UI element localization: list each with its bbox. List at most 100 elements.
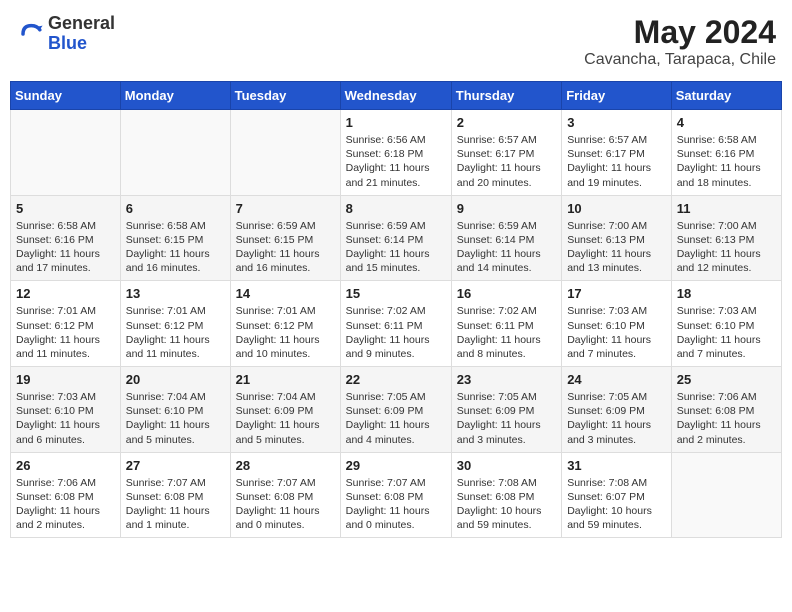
calendar-day-cell — [671, 452, 781, 538]
calendar-day-cell: 13Sunrise: 7:01 AM Sunset: 6:12 PM Dayli… — [120, 281, 230, 367]
calendar-day-cell: 23 Sunrise: 7:05 AM Sunset: 6:09 PM Dayli… — [451, 367, 561, 453]
calendar-subtitle: Cavancha, Tarapaca, Chile — [584, 51, 776, 69]
weekday-header-row: SundayMondayTuesdayWednesdayThursdayFrid… — [11, 82, 782, 110]
day-number: 19 — [16, 372, 115, 387]
day-number: 2 — [457, 115, 556, 130]
calendar-day-cell: 28Sunrise: 7:07 AM Sunset: 6:08 PM Dayli… — [230, 452, 340, 538]
day-info: Sunrise: 7:01 AM Sunset: 6:12 PM Dayligh… — [236, 304, 335, 361]
day-number: 5 — [16, 201, 115, 216]
calendar-day-cell: 29Sunrise: 7:07 AM Sunset: 6:08 PM Dayli… — [340, 452, 451, 538]
day-info: Sunrise: 7:08 AM Sunset: 6:07 PM Dayligh… — [567, 476, 666, 533]
calendar-table: SundayMondayTuesdayWednesdayThursdayFrid… — [10, 81, 782, 538]
day-number: 8 — [346, 201, 446, 216]
calendar-day-cell: 1 Sunrise: 6:56 AM Sunset: 6:18 PM Daylig… — [340, 110, 451, 196]
day-info: Sunrise: 6:57 AM Sunset: 6:17 PM Dayligh… — [567, 133, 666, 190]
calendar-day-cell: 9 Sunrise: 6:59 AM Sunset: 6:14 PM Daylig… — [451, 195, 561, 281]
day-number: 24 — [567, 372, 666, 387]
calendar-day-cell: 6Sunrise: 6:58 AM Sunset: 6:15 PM Daylig… — [120, 195, 230, 281]
day-info: Sunrise: 7:02 AM Sunset: 6:11 PM Dayligh… — [457, 304, 556, 361]
weekday-header-sunday: Sunday — [11, 82, 121, 110]
day-info: Sunrise: 7:05 AM Sunset: 6:09 PM Dayligh… — [346, 390, 446, 447]
weekday-header-saturday: Saturday — [671, 82, 781, 110]
calendar-day-cell: 31 Sunrise: 7:08 AM Sunset: 6:07 PM Dayli… — [562, 452, 672, 538]
day-number: 25 — [677, 372, 776, 387]
logo-icon — [16, 20, 44, 48]
day-info: Sunrise: 7:06 AM Sunset: 6:08 PM Dayligh… — [677, 390, 776, 447]
day-info: Sunrise: 7:04 AM Sunset: 6:09 PM Dayligh… — [236, 390, 335, 447]
calendar-day-cell — [11, 110, 121, 196]
weekday-header-thursday: Thursday — [451, 82, 561, 110]
day-info: Sunrise: 7:01 AM Sunset: 6:12 PM Dayligh… — [16, 304, 115, 361]
day-info: Sunrise: 7:08 AM Sunset: 6:08 PM Dayligh… — [457, 476, 556, 533]
calendar-week-row: 5 Sunrise: 6:58 AM Sunset: 6:16 PM Daylig… — [11, 195, 782, 281]
day-number: 11 — [677, 201, 776, 216]
calendar-body: 1 Sunrise: 6:56 AM Sunset: 6:18 PM Daylig… — [11, 110, 782, 538]
day-info: Sunrise: 6:59 AM Sunset: 6:15 PM Dayligh… — [236, 219, 335, 276]
day-number: 6 — [126, 201, 225, 216]
calendar-day-cell: 26Sunrise: 7:06 AM Sunset: 6:08 PM Dayli… — [11, 452, 121, 538]
day-info: Sunrise: 7:05 AM Sunset: 6:09 PM Dayligh… — [567, 390, 666, 447]
calendar-day-cell: 24 Sunrise: 7:05 AM Sunset: 6:09 PM Dayli… — [562, 367, 672, 453]
day-number: 7 — [236, 201, 335, 216]
day-info: Sunrise: 7:03 AM Sunset: 6:10 PM Dayligh… — [16, 390, 115, 447]
day-number: 10 — [567, 201, 666, 216]
calendar-day-cell: 3Sunrise: 6:57 AM Sunset: 6:17 PM Daylig… — [562, 110, 672, 196]
title-block: May 2024 Cavancha, Tarapaca, Chile — [584, 14, 776, 69]
calendar-day-cell: 8 Sunrise: 6:59 AM Sunset: 6:14 PM Daylig… — [340, 195, 451, 281]
day-info: Sunrise: 6:59 AM Sunset: 6:14 PM Dayligh… — [346, 219, 446, 276]
day-info: Sunrise: 7:07 AM Sunset: 6:08 PM Dayligh… — [126, 476, 225, 533]
day-number: 1 — [346, 115, 446, 130]
page-header: General Blue May 2024 Cavancha, Tarapaca… — [10, 10, 782, 73]
day-number: 16 — [457, 286, 556, 301]
day-number: 17 — [567, 286, 666, 301]
weekday-header-friday: Friday — [562, 82, 672, 110]
weekday-header-tuesday: Tuesday — [230, 82, 340, 110]
calendar-day-cell: 20 Sunrise: 7:04 AM Sunset: 6:10 PM Dayli… — [120, 367, 230, 453]
day-number: 13 — [126, 286, 225, 301]
calendar-day-cell: 14Sunrise: 7:01 AM Sunset: 6:12 PM Dayli… — [230, 281, 340, 367]
day-info: Sunrise: 7:03 AM Sunset: 6:10 PM Dayligh… — [567, 304, 666, 361]
day-number: 28 — [236, 458, 335, 473]
logo-text: General Blue — [48, 14, 115, 54]
calendar-title: May 2024 — [584, 14, 776, 51]
day-info: Sunrise: 6:58 AM Sunset: 6:16 PM Dayligh… — [16, 219, 115, 276]
calendar-day-cell: 25 Sunrise: 7:06 AM Sunset: 6:08 PM Dayli… — [671, 367, 781, 453]
calendar-day-cell: 22 Sunrise: 7:05 AM Sunset: 6:09 PM Dayli… — [340, 367, 451, 453]
day-info: Sunrise: 7:05 AM Sunset: 6:09 PM Dayligh… — [457, 390, 556, 447]
day-info: Sunrise: 6:59 AM Sunset: 6:14 PM Dayligh… — [457, 219, 556, 276]
calendar-day-cell: 12 Sunrise: 7:01 AM Sunset: 6:12 PM Dayli… — [11, 281, 121, 367]
day-info: Sunrise: 7:06 AM Sunset: 6:08 PM Dayligh… — [16, 476, 115, 533]
calendar-week-row: 12 Sunrise: 7:01 AM Sunset: 6:12 PM Dayli… — [11, 281, 782, 367]
calendar-day-cell: 15 Sunrise: 7:02 AM Sunset: 6:11 PM Dayli… — [340, 281, 451, 367]
day-number: 18 — [677, 286, 776, 301]
day-number: 9 — [457, 201, 556, 216]
logo-blue-text: Blue — [48, 34, 115, 54]
day-info: Sunrise: 7:02 AM Sunset: 6:11 PM Dayligh… — [346, 304, 446, 361]
calendar-day-cell: 16 Sunrise: 7:02 AM Sunset: 6:11 PM Dayli… — [451, 281, 561, 367]
day-number: 21 — [236, 372, 335, 387]
day-info: Sunrise: 7:04 AM Sunset: 6:10 PM Dayligh… — [126, 390, 225, 447]
day-number: 22 — [346, 372, 446, 387]
day-number: 15 — [346, 286, 446, 301]
calendar-header: SundayMondayTuesdayWednesdayThursdayFrid… — [11, 82, 782, 110]
day-number: 31 — [567, 458, 666, 473]
calendar-day-cell: 11 Sunrise: 7:00 AM Sunset: 6:13 PM Dayli… — [671, 195, 781, 281]
calendar-week-row: 1 Sunrise: 6:56 AM Sunset: 6:18 PM Daylig… — [11, 110, 782, 196]
day-info: Sunrise: 6:56 AM Sunset: 6:18 PM Dayligh… — [346, 133, 446, 190]
calendar-day-cell — [120, 110, 230, 196]
calendar-day-cell — [230, 110, 340, 196]
logo-general-text: General — [48, 14, 115, 34]
calendar-day-cell: 5 Sunrise: 6:58 AM Sunset: 6:16 PM Daylig… — [11, 195, 121, 281]
day-info: Sunrise: 6:58 AM Sunset: 6:16 PM Dayligh… — [677, 133, 776, 190]
calendar-day-cell: 4Sunrise: 6:58 AM Sunset: 6:16 PM Daylig… — [671, 110, 781, 196]
calendar-day-cell: 30Sunrise: 7:08 AM Sunset: 6:08 PM Dayli… — [451, 452, 561, 538]
calendar-day-cell: 19 Sunrise: 7:03 AM Sunset: 6:10 PM Dayli… — [11, 367, 121, 453]
day-number: 12 — [16, 286, 115, 301]
day-info: Sunrise: 6:57 AM Sunset: 6:17 PM Dayligh… — [457, 133, 556, 190]
calendar-day-cell: 21 Sunrise: 7:04 AM Sunset: 6:09 PM Dayli… — [230, 367, 340, 453]
day-info: Sunrise: 7:03 AM Sunset: 6:10 PM Dayligh… — [677, 304, 776, 361]
day-number: 20 — [126, 372, 225, 387]
day-number: 23 — [457, 372, 556, 387]
calendar-week-row: 19 Sunrise: 7:03 AM Sunset: 6:10 PM Dayli… — [11, 367, 782, 453]
day-info: Sunrise: 7:00 AM Sunset: 6:13 PM Dayligh… — [677, 219, 776, 276]
